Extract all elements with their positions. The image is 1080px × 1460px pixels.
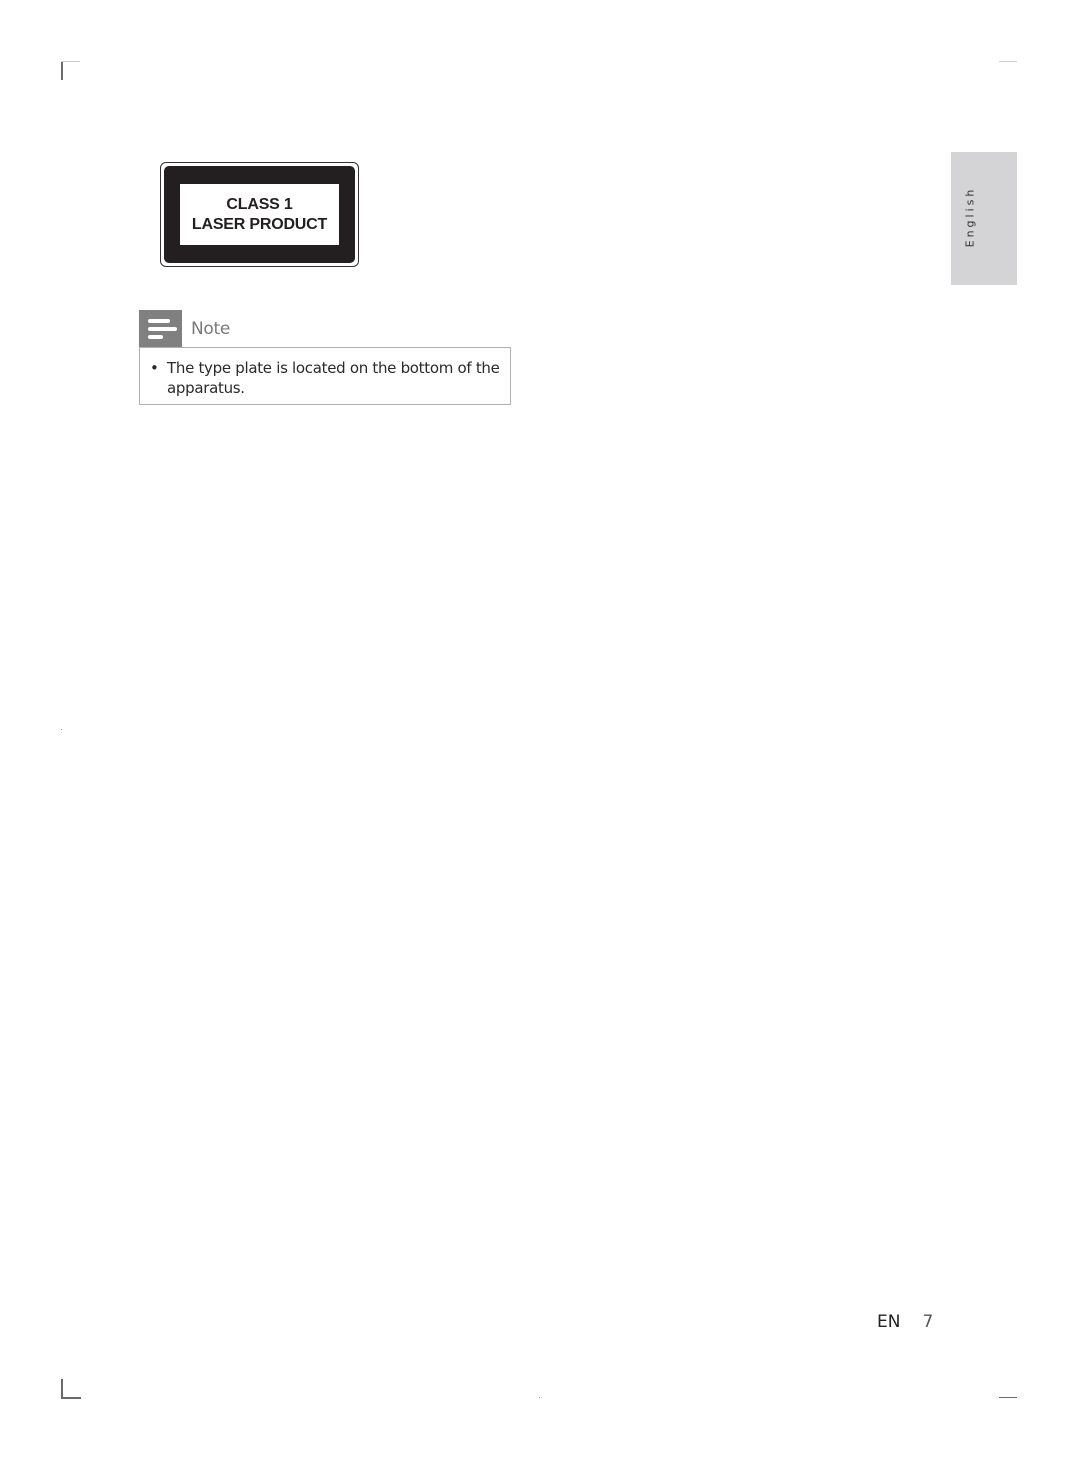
note-item-text: The type plate is located on the bottom … xyxy=(167,359,500,397)
registration-dot-left xyxy=(61,729,62,730)
laser-class-label: CLASS 1 LASER PRODUCT xyxy=(160,162,359,267)
note-list-item: • The type plate is located on the botto… xyxy=(150,358,500,398)
registration-dot-bottom xyxy=(539,1397,540,1398)
page-footer: EN 7 xyxy=(877,1312,933,1332)
laser-label-border: CLASS 1 LASER PRODUCT xyxy=(164,166,355,263)
crop-mark-bottom-right xyxy=(999,1397,1017,1398)
laser-label-line2: LASER PRODUCT xyxy=(191,215,328,233)
note-header: Note xyxy=(139,310,230,347)
crop-mark-bottom-left-vertical xyxy=(61,1379,63,1398)
crop-mark-top-left-horizontal xyxy=(61,61,80,62)
crop-mark-bottom-left-horizontal xyxy=(61,1397,81,1399)
note-lines-icon xyxy=(139,310,182,347)
laser-label-panel: CLASS 1 LASER PRODUCT xyxy=(180,184,339,245)
footer-language-code: EN xyxy=(877,1312,901,1332)
page-number: 7 xyxy=(922,1312,934,1332)
note-body: • The type plate is located on the botto… xyxy=(139,347,511,405)
language-tab-label: English xyxy=(963,186,977,247)
laser-label-line1: CLASS 1 xyxy=(226,195,293,213)
bullet-icon: • xyxy=(150,359,159,377)
crop-mark-top-right xyxy=(999,61,1017,62)
language-side-tab: English xyxy=(951,152,1017,285)
crop-mark-top-left-vertical xyxy=(61,61,63,80)
note-title: Note xyxy=(191,318,231,339)
